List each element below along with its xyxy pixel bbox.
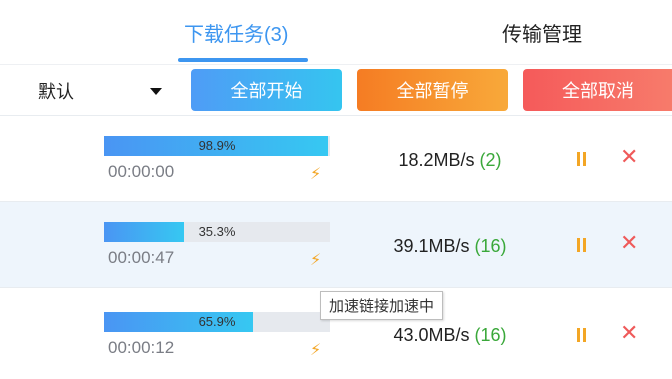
download-speed: 43.0MB/s (16) (360, 325, 540, 346)
connection-count: (16) (474, 325, 507, 345)
accelerate-tooltip: 加速链接加速中 (320, 291, 444, 320)
progress-text: 35.3% (198, 224, 236, 239)
task-row[interactable]: 35.3% 00:00:47 ⚡ 39.1MB/s (16) ✕ (0, 201, 672, 288)
progress-text: 65.9% (198, 314, 236, 329)
sort-select-value: 默认 (38, 82, 74, 102)
connection-count: (16) (474, 236, 507, 256)
tab-transfer-management[interactable]: 传输管理 (502, 18, 582, 47)
pause-icon[interactable] (576, 328, 588, 344)
tab-download-tasks[interactable]: 下载任务(3) (184, 18, 288, 47)
sort-select[interactable]: 默认 (38, 78, 168, 104)
speed-value: 18.2MB/s (398, 150, 475, 170)
start-all-button[interactable]: 全部开始 (191, 69, 342, 111)
remaining-time: 00:00:12 (108, 338, 175, 357)
close-icon[interactable]: ✕ (620, 144, 638, 170)
tab-bar: 下载任务(3) 传输管理 (0, 0, 672, 64)
connection-count: (2) (479, 150, 502, 170)
tab-active-indicator (178, 58, 308, 62)
caret-down-icon (150, 88, 162, 95)
progress-bar: 65.9% (104, 312, 330, 332)
pause-icon[interactable] (576, 152, 588, 168)
remaining-time: 00:00:47 (108, 248, 175, 267)
pause-all-button[interactable]: 全部暂停 (357, 69, 508, 111)
pause-icon[interactable] (576, 238, 588, 254)
download-speed: 18.2MB/s (2) (360, 150, 540, 171)
progress-bar: 98.9% (104, 136, 330, 156)
speed-value: 43.0MB/s (393, 325, 470, 345)
speed-value: 39.1MB/s (393, 236, 470, 256)
close-icon[interactable]: ✕ (620, 320, 638, 346)
lightning-icon[interactable]: ⚡ (310, 250, 321, 270)
download-speed: 39.1MB/s (16) (360, 236, 540, 257)
toolbar: 默认 全部开始 全部暂停 全部取消 (0, 64, 672, 115)
lightning-icon[interactable]: ⚡ (310, 164, 321, 184)
remaining-time: 00:00:00 (108, 162, 175, 181)
lightning-icon[interactable]: ⚡ (310, 340, 321, 360)
progress-bar: 35.3% (104, 222, 330, 242)
close-icon[interactable]: ✕ (620, 230, 638, 256)
progress-text: 98.9% (198, 138, 236, 153)
cancel-all-button[interactable]: 全部取消 (523, 69, 672, 111)
task-row[interactable]: 98.9% 00:00:00 ⚡ 18.2MB/s (2) ✕ (0, 115, 672, 202)
